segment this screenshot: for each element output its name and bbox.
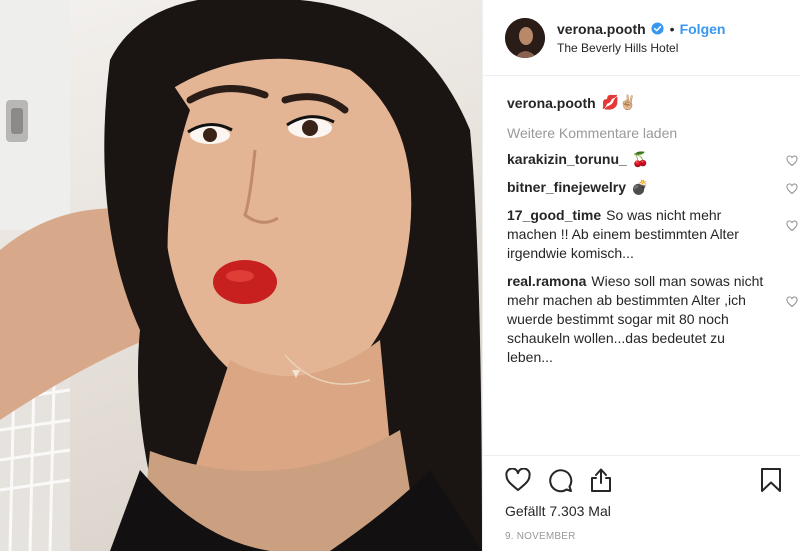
avatar-image: [505, 17, 545, 58]
comment-username[interactable]: 17_good_time: [507, 207, 601, 223]
instagram-post: verona.pooth • Folgen The Beverly Hills …: [0, 0, 800, 551]
comment-text: 💣: [631, 179, 649, 195]
comment-item: real.ramona Wieso soll man sowas nicht me…: [507, 272, 798, 367]
post-date[interactable]: 9. NOVEMBER: [505, 531, 782, 542]
verified-badge-icon: [651, 22, 664, 35]
comment-like-heart-icon[interactable]: [786, 181, 798, 195]
comment-item: karakizin_torunu_ 🍒: [507, 150, 798, 169]
action-icons-row: [505, 466, 782, 494]
header-text: verona.pooth • Folgen The Beverly Hills …: [557, 21, 725, 55]
header-top-row: verona.pooth • Folgen: [557, 21, 725, 37]
comment-item: bitner_finejewelry 💣: [507, 178, 798, 197]
header-separator: •: [669, 20, 675, 37]
comment-icon[interactable]: [547, 467, 573, 493]
post-header: verona.pooth • Folgen The Beverly Hills …: [483, 0, 800, 76]
load-more-comments[interactable]: Weitere Kommentare laden: [507, 125, 776, 141]
likes-count[interactable]: Gefällt 7.303 Mal: [505, 503, 782, 519]
comment-like-heart-icon[interactable]: [786, 294, 798, 308]
post-photo[interactable]: [0, 0, 482, 551]
post-actions: Gefällt 7.303 Mal 9. NOVEMBER: [483, 455, 800, 542]
bookmark-icon[interactable]: [760, 467, 782, 493]
avatar[interactable]: [505, 17, 545, 58]
comment-username[interactable]: bitner_finejewelry: [507, 179, 626, 195]
comments-section: verona.pooth 💋✌🏼 Weitere Kommentare lade…: [483, 76, 800, 367]
header-username[interactable]: verona.pooth: [557, 21, 646, 37]
follow-button[interactable]: Folgen: [680, 21, 726, 37]
selfie-image: [0, 0, 482, 551]
comment-username[interactable]: real.ramona: [507, 273, 586, 289]
comment-like-heart-icon[interactable]: [786, 153, 798, 167]
caption-username[interactable]: verona.pooth: [507, 95, 596, 111]
comment-item: 17_good_time So was nicht mehr machen !! …: [507, 206, 798, 263]
share-icon[interactable]: [589, 467, 613, 493]
comment-username[interactable]: karakizin_torunu_: [507, 151, 627, 167]
comment-text: 🍒: [631, 151, 650, 167]
post-side-panel: verona.pooth • Folgen The Beverly Hills …: [482, 0, 800, 551]
caption-text: 💋✌🏼: [601, 94, 637, 110]
post-caption: verona.pooth 💋✌🏼: [507, 94, 776, 111]
comment-like-heart-icon[interactable]: [786, 218, 798, 232]
heart-icon[interactable]: [505, 468, 531, 492]
location-link[interactable]: The Beverly Hills Hotel: [557, 41, 725, 55]
